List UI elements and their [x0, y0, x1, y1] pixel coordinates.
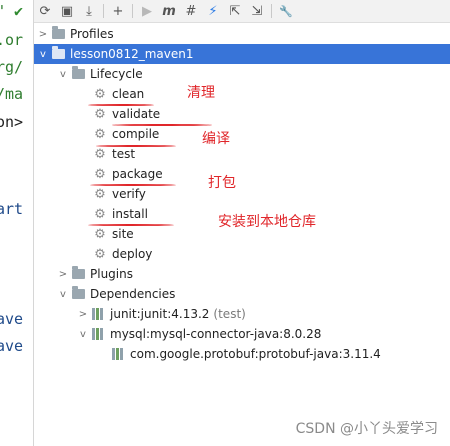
gear-icon: ⚙	[94, 146, 106, 162]
tree-node-label: Plugins	[90, 267, 133, 281]
dependency-protobuf[interactable]: com.google.protobuf:protobuf-java:3.11.4	[34, 344, 450, 364]
toggle-offline-icon[interactable]: #	[180, 1, 202, 21]
maven-module-icon	[50, 46, 66, 62]
chevron-right-icon[interactable]: >	[76, 309, 90, 320]
folder-icon	[70, 286, 86, 302]
phase-label: package	[112, 167, 163, 181]
gear-icon: ⚙	[94, 126, 106, 142]
chevron-right-icon[interactable]: >	[56, 269, 70, 280]
tree-node-dependencies[interactable]: v Dependencies	[34, 284, 450, 304]
code-line: ave	[0, 310, 24, 328]
gear-icon: ⚙	[94, 166, 106, 182]
dependency-label: junit:junit:4.13.2	[110, 307, 210, 321]
toolbar-separator	[271, 4, 272, 18]
library-icon	[110, 346, 126, 362]
dependency-mysql[interactable]: v mysql:mysql-connector-java:8.0.28	[34, 324, 450, 344]
tree-node-profiles[interactable]: > Profiles	[34, 24, 450, 44]
annotation-package: 打包	[208, 175, 236, 191]
lifecycle-phase-compile[interactable]: ⚙ compile	[34, 124, 450, 144]
phase-label: validate	[112, 107, 161, 121]
tree-node-project[interactable]: v lesson0812_maven1	[34, 44, 450, 64]
tree-node-label: Lifecycle	[90, 67, 143, 81]
tree-node-lifecycle[interactable]: v Lifecycle	[34, 64, 450, 84]
chevron-down-icon[interactable]: v	[36, 49, 50, 60]
annotation-clean: 清理	[187, 85, 215, 101]
code-line: "	[0, 2, 5, 20]
phase-label: test	[112, 147, 136, 161]
annotation-underline-package	[90, 184, 176, 186]
dependency-label: mysql:mysql-connector-java:8.0.28	[110, 327, 322, 341]
gear-icon: ⚙	[94, 226, 106, 242]
gear-icon: ⚙	[94, 86, 106, 102]
code-line: .or	[0, 31, 24, 49]
lifecycle-phase-test[interactable]: ⚙ test	[34, 144, 450, 164]
maven-projects-tree: > Profiles v lesson0812_maven1 v Lifecyc…	[34, 24, 450, 446]
code-line: art	[0, 200, 24, 218]
lifecycle-phase-validate[interactable]: ⚙ validate	[34, 104, 450, 124]
library-icon	[90, 306, 106, 322]
tree-node-plugins[interactable]: > Plugins	[34, 264, 450, 284]
tree-node-label: lesson0812_maven1	[70, 47, 194, 61]
toolbar-separator	[103, 4, 104, 18]
maven-tool-window: " .or rg/ /ma on> art ave ave ✔ ⟳ ▣ ⤓ + …	[0, 0, 450, 446]
phase-label: compile	[112, 127, 160, 141]
library-icon	[90, 326, 106, 342]
code-line: /ma	[0, 85, 24, 103]
chevron-down-icon[interactable]: v	[76, 329, 90, 340]
lifecycle-phase-verify[interactable]: ⚙ verify	[34, 184, 450, 204]
phase-label: verify	[112, 187, 146, 201]
annotation-compile: 编译	[202, 131, 230, 147]
chevron-right-icon[interactable]: >	[36, 29, 50, 40]
code-editor-strip[interactable]: " .or rg/ /ma on> art ave ave ✔	[0, 0, 33, 446]
annotation-underline-clean	[88, 104, 154, 106]
phase-label: site	[112, 227, 134, 241]
gear-icon: ⚙	[94, 186, 106, 202]
tree-node-label: Dependencies	[90, 287, 176, 301]
gear-icon: ⚙	[94, 206, 106, 222]
lifecycle-phase-package[interactable]: ⚙ package	[34, 164, 450, 184]
add-folder-icon[interactable]: ▣	[56, 1, 78, 21]
phase-label: deploy	[112, 247, 153, 261]
tree-node-label: Profiles	[70, 27, 114, 41]
code-line: rg/	[0, 58, 24, 76]
phase-label: clean	[112, 87, 145, 101]
expand-all-icon[interactable]: ⇱	[224, 1, 246, 21]
lifecycle-phase-clean[interactable]: ⚙ clean	[34, 84, 450, 104]
toolbar-separator	[132, 4, 133, 18]
dependency-scope: (test)	[213, 307, 246, 321]
phase-label: install	[112, 207, 148, 221]
code-line: ave	[0, 337, 24, 355]
collapse-all-icon[interactable]: ⇲	[246, 1, 268, 21]
maven-goal-icon[interactable]: m	[158, 1, 180, 21]
plus-icon[interactable]: +	[107, 1, 129, 21]
chevron-down-icon[interactable]: v	[56, 289, 70, 300]
download-icon[interactable]: ⤓	[78, 1, 100, 21]
lifecycle-phase-deploy[interactable]: ⚙ deploy	[34, 244, 450, 264]
folder-icon	[70, 266, 86, 282]
dependency-label: com.google.protobuf:protobuf-java:3.11.4	[130, 347, 381, 361]
gear-icon: ⚙	[94, 246, 106, 262]
run-icon[interactable]: ▶	[136, 1, 158, 21]
code-line: on>	[0, 113, 24, 131]
annotation-underline-validate	[112, 124, 212, 126]
annotation-underline-install	[88, 224, 174, 226]
gear-icon: ⚙	[94, 106, 106, 122]
chevron-down-icon[interactable]: v	[56, 69, 70, 80]
annotation-install: 安装到本地仓库	[218, 214, 316, 230]
wrench-icon[interactable]: 🔧	[275, 1, 297, 21]
check-icon: ✔	[14, 2, 24, 20]
refresh-icon[interactable]: ⟳	[34, 1, 56, 21]
maven-toolbar: ⟳ ▣ ⤓ + ▶ m # ⚡ ⇱ ⇲ 🔧	[34, 0, 450, 23]
skip-tests-icon[interactable]: ⚡	[202, 1, 224, 21]
annotation-underline-compile	[96, 145, 176, 147]
folder-icon	[70, 66, 86, 82]
folder-icon	[50, 26, 66, 42]
dependency-junit[interactable]: > junit:junit:4.13.2 (test)	[34, 304, 450, 324]
watermark: CSDN @小丫头爱学习	[295, 421, 438, 437]
